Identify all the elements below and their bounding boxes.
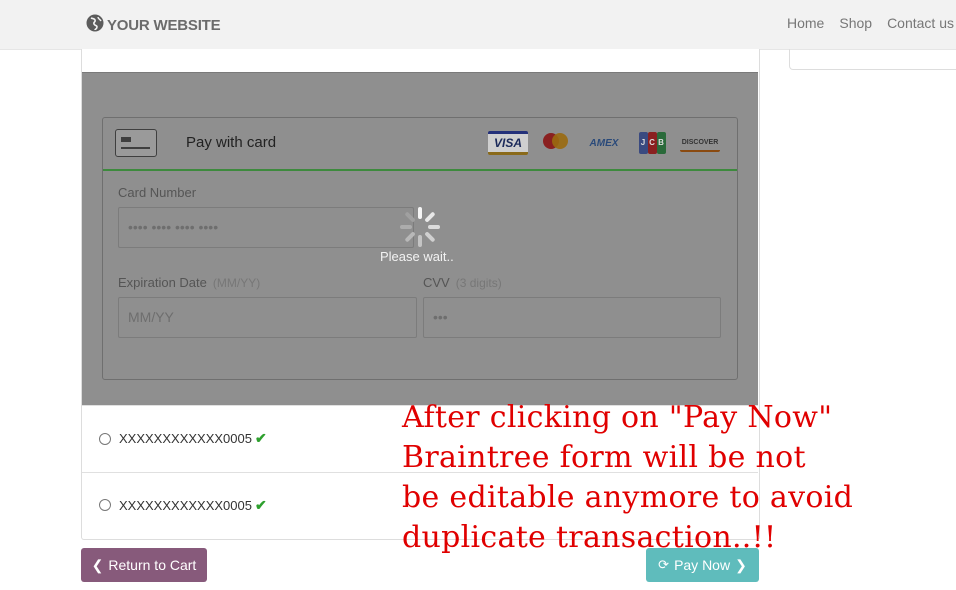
nav-home[interactable]: Home <box>787 15 824 31</box>
discover-logo-icon: DISCOVER <box>680 134 720 152</box>
pay-with-card-title: Pay with card <box>186 134 277 151</box>
annotation-note: After clicking on "Pay Now" Braintree fo… <box>402 398 854 558</box>
loading-spinner-icon <box>400 207 440 247</box>
cvv-label-text: CVV <box>423 275 450 290</box>
card-number-input[interactable]: •••• •••• •••• •••• <box>118 207 414 248</box>
saved-card-number: XXXXXXXXXXXX0005 <box>119 431 252 446</box>
please-wait-text: Please wait.. <box>380 249 454 264</box>
saved-card-label: XXXXXXXXXXXX0005 ✔ <box>119 497 267 514</box>
checkmark-icon: ✔ <box>254 497 267 513</box>
credit-card-icon <box>115 129 157 157</box>
expiration-label: Expiration Date (MM/YY) <box>118 275 260 290</box>
annotation-line: be editable anymore to avoid <box>402 480 854 515</box>
annotation-line: Braintree form will be not <box>402 440 806 475</box>
nav-contact[interactable]: Contact us <box>887 15 954 31</box>
card-brand-logos: VISA AMEX JCB DISCOVER <box>488 131 720 155</box>
card-form-header: Pay with card VISA AMEX JCB DISCOVER <box>103 118 737 171</box>
expiration-input[interactable]: MM/YY <box>118 297 417 338</box>
cvv-input[interactable]: ••• <box>423 297 721 338</box>
brand-name: YOUR WEBSITE <box>107 17 221 34</box>
saved-card-radio[interactable] <box>99 433 111 445</box>
visa-logo-icon: VISA <box>488 131 528 155</box>
annotation-line: duplicate transaction..!! <box>402 520 777 555</box>
chevron-left-icon: ❮ <box>91 556 104 573</box>
nav-shop[interactable]: Shop <box>839 15 872 31</box>
globe-icon <box>85 13 105 38</box>
refresh-icon: ⟳ <box>658 557 670 572</box>
return-to-cart-button[interactable]: ❮ Return to Cart <box>81 548 207 582</box>
brand-logo[interactable]: YOUR WEBSITE <box>85 13 221 38</box>
main-nav: Home Shop Contact us <box>787 15 954 31</box>
navbar: YOUR WEBSITE Home Shop Contact us <box>0 0 956 50</box>
cvv-label: CVV (3 digits) <box>423 275 502 290</box>
return-to-cart-label: Return to Cart <box>108 557 197 573</box>
saved-card-radio[interactable] <box>99 499 111 511</box>
card-number-label: Card Number <box>118 185 197 200</box>
checkmark-icon: ✔ <box>254 430 267 446</box>
expiration-label-text: Expiration Date <box>118 275 207 290</box>
annotation-line: After clicking on "Pay Now" <box>402 400 833 435</box>
jcb-logo-icon: JCB <box>632 131 672 155</box>
expiration-hint: (MM/YY) <box>212 276 261 290</box>
chevron-right-icon: ❯ <box>735 556 747 573</box>
side-panel <box>789 49 956 70</box>
pay-now-label: Pay Now <box>674 557 731 573</box>
cvv-hint: (3 digits) <box>455 276 502 290</box>
saved-card-number: XXXXXXXXXXXX0005 <box>119 498 252 513</box>
mastercard-logo-icon <box>536 131 576 155</box>
saved-card-label: XXXXXXXXXXXX0005 ✔ <box>119 430 267 447</box>
amex-logo-icon: AMEX <box>589 137 619 149</box>
divider <box>82 72 758 73</box>
